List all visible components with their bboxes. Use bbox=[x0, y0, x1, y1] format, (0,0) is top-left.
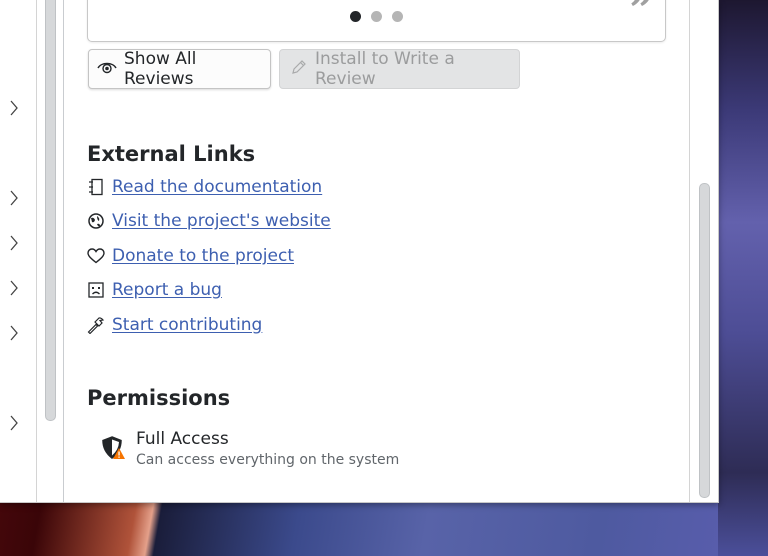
eye-icon bbox=[97, 59, 117, 79]
link-website[interactable]: Visit the project's website bbox=[87, 209, 331, 233]
heart-icon bbox=[87, 247, 105, 265]
sidebar-scrollbar[interactable] bbox=[37, 0, 64, 502]
carousel-indicator bbox=[350, 11, 403, 22]
app-window: ” Show All Reviews Install to Write a Re… bbox=[0, 0, 719, 503]
install-to-write-review-label: Install to Write a Review bbox=[315, 49, 455, 89]
chevron-right-icon[interactable] bbox=[9, 100, 19, 116]
link-website-text[interactable]: Visit the project's website bbox=[112, 211, 331, 231]
shield-warning-icon bbox=[100, 435, 126, 461]
link-report-bug-text[interactable]: Report a bug bbox=[112, 280, 222, 300]
permission-item: Full Access Can access everything on the… bbox=[100, 428, 399, 470]
install-to-write-review-button[interactable]: Install to Write a Review bbox=[279, 49, 520, 89]
hammer-icon bbox=[87, 316, 105, 334]
category-sidebar bbox=[0, 0, 37, 502]
link-documentation-text[interactable]: Read the documentation bbox=[112, 177, 322, 197]
external-links-heading: External Links bbox=[87, 142, 256, 166]
quote-icon: ” bbox=[629, 0, 653, 34]
show-all-reviews-label: Show All Reviews bbox=[124, 49, 197, 89]
notebook-icon bbox=[87, 178, 105, 196]
link-documentation[interactable]: Read the documentation bbox=[87, 175, 322, 199]
app-details-page: ” Show All Reviews Install to Write a Re… bbox=[64, 0, 690, 502]
content-scrollbar[interactable] bbox=[690, 0, 718, 502]
chevron-right-icon[interactable] bbox=[9, 280, 19, 296]
sidebar-scrollbar-thumb[interactable] bbox=[45, 0, 56, 421]
content-scrollbar-thumb[interactable] bbox=[699, 183, 710, 498]
link-contribute[interactable]: Start contributing bbox=[87, 313, 262, 337]
carousel-dot[interactable] bbox=[392, 11, 403, 22]
carousel-dot[interactable] bbox=[371, 11, 382, 22]
permissions-heading: Permissions bbox=[87, 386, 231, 410]
permission-title: Full Access bbox=[136, 429, 229, 449]
link-contribute-text[interactable]: Start contributing bbox=[112, 315, 262, 335]
link-report-bug[interactable]: Report a bug bbox=[87, 278, 222, 302]
link-donate-text[interactable]: Donate to the project bbox=[112, 246, 294, 266]
globe-icon bbox=[87, 212, 105, 230]
show-all-reviews-button[interactable]: Show All Reviews bbox=[88, 49, 271, 89]
link-donate[interactable]: Donate to the project bbox=[87, 244, 294, 268]
carousel-dot[interactable] bbox=[350, 11, 361, 22]
chevron-right-icon[interactable] bbox=[9, 235, 19, 251]
desktop-wallpaper bbox=[718, 0, 768, 556]
pencil-icon bbox=[290, 58, 308, 81]
sad-face-icon bbox=[87, 281, 105, 299]
chevron-right-icon[interactable] bbox=[9, 415, 19, 431]
chevron-right-icon[interactable] bbox=[9, 325, 19, 341]
permission-description: Can access everything on the system bbox=[136, 452, 400, 468]
review-carousel: ” bbox=[87, 0, 666, 42]
chevron-right-icon[interactable] bbox=[9, 190, 19, 206]
